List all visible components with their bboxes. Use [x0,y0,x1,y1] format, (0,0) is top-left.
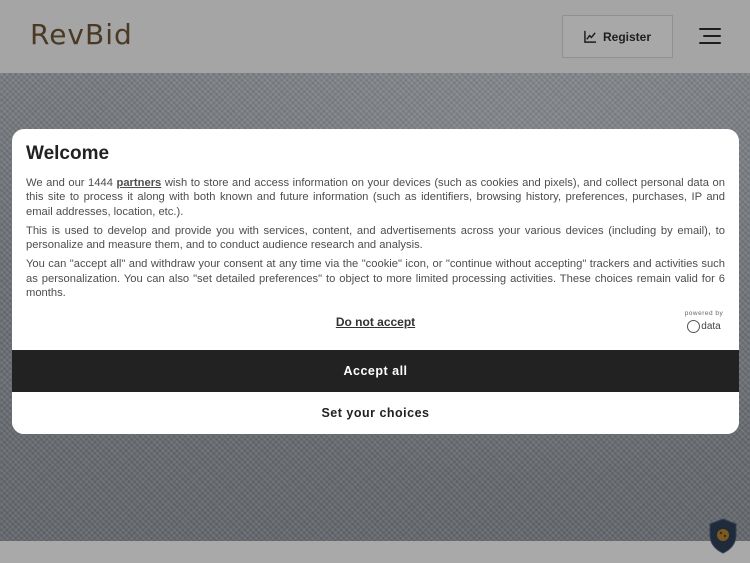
sirdata-logo-text: data [701,321,721,332]
consent-title: Welcome [26,143,110,164]
sirdata-logo-icon [687,320,701,333]
do-not-accept-link[interactable]: Do not accept [12,315,739,329]
chart-line-icon [584,30,597,43]
powered-by-label: powered by [684,310,724,317]
site-header: RevBid Register [0,0,750,73]
shield-cookie-icon[interactable] [708,518,738,554]
hamburger-menu-icon[interactable] [699,26,723,46]
consent-text-part: We and our 1444 [26,177,117,189]
consent-paragraph-2: This is used to develop and provide you … [26,224,725,252]
page-bottom-strip [0,541,750,563]
partners-link[interactable]: partners [117,177,162,189]
cookie-consent-dialog: Welcome We and our 1444 partners wish to… [12,129,739,434]
register-button[interactable]: Register [562,15,673,58]
consent-text: We and our 1444 partners wish to store a… [26,176,725,305]
accept-all-button[interactable]: Accept all [12,350,739,392]
set-choices-button[interactable]: Set your choices [12,392,739,434]
consent-paragraph-1: We and our 1444 partners wish to store a… [26,176,725,219]
register-label: Register [602,29,652,44]
consent-paragraph-3: You can "accept all" and withdraw your c… [26,258,725,300]
powered-by-badge: powered by data [681,310,727,333]
site-logo[interactable]: RevBid [30,18,133,51]
sirdata-logo: data [681,320,727,333]
